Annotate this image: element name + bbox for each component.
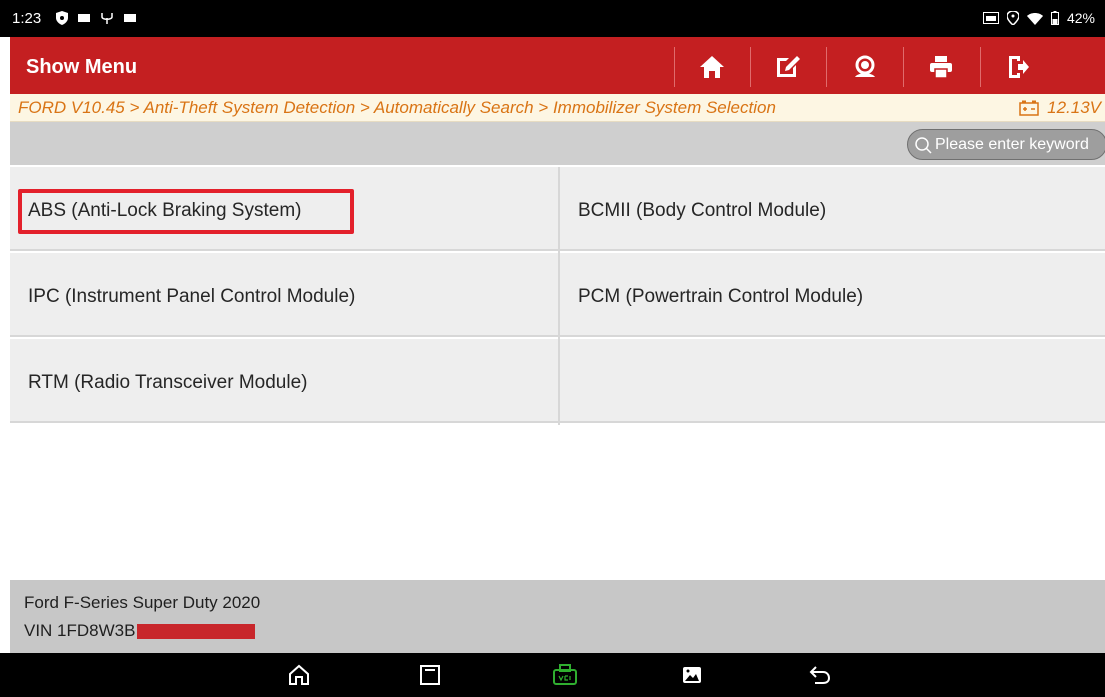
wifi-icon xyxy=(1026,12,1043,25)
video-icon-2 xyxy=(124,14,136,22)
toolbar-divider xyxy=(903,47,904,87)
system-nav-bar xyxy=(0,653,1105,697)
status-system-icons: 42% xyxy=(982,10,1095,26)
toolbar-divider xyxy=(674,47,675,87)
menu-item-ipc[interactable]: IPC (Instrument Panel Control Module) xyxy=(10,253,558,337)
menu-item-bcmii[interactable]: BCMII (Body Control Module) xyxy=(560,167,1105,251)
status-notification-icons xyxy=(56,11,136,25)
vehicle-info-bar: Ford F-Series Super Duty 2020 VIN 1FD8W3… xyxy=(10,580,1105,653)
voltage-value: 12.13V xyxy=(1047,98,1101,117)
cast-icon xyxy=(982,12,999,24)
exit-icon xyxy=(1009,56,1029,78)
vehicle-vin: VIN 1FD8W3B xyxy=(24,621,256,641)
nav-back-button[interactable] xyxy=(806,662,834,688)
remote-support-button[interactable] xyxy=(839,44,891,90)
home-outline-icon xyxy=(289,664,309,685)
title-bar: Show Menu xyxy=(10,37,1105,94)
nav-recents-button[interactable] xyxy=(416,662,444,688)
status-time: 1:23 xyxy=(12,10,42,27)
breadcrumb-path: FORD V10.45 > Anti-Theft System Detectio… xyxy=(18,98,776,117)
back-icon xyxy=(809,666,831,684)
page-title: Show Menu xyxy=(26,56,138,78)
toolbar-divider xyxy=(826,47,827,87)
search-icon xyxy=(915,136,932,154)
menu-item-pcm[interactable]: PCM (Powertrain Control Module) xyxy=(560,253,1105,337)
column-divider xyxy=(558,167,560,425)
video-icon xyxy=(78,14,90,22)
status-bar: 1:23 42% xyxy=(0,0,1105,37)
car-battery-icon xyxy=(1019,100,1039,116)
vin-prefix: VIN 1FD8W3B xyxy=(24,621,136,640)
battery-voltage: 12.13V xyxy=(1019,98,1101,118)
menu-item-label: IPC (Instrument Panel Control Module) xyxy=(28,286,356,307)
edit-report-icon xyxy=(777,56,800,77)
vehicle-model: Ford F-Series Super Duty 2020 xyxy=(24,593,261,612)
gallery-icon xyxy=(683,667,701,683)
exit-button[interactable] xyxy=(993,44,1045,90)
menu-item-rtm[interactable]: RTM (Radio Transceiver Module) xyxy=(10,339,558,423)
selection-highlight xyxy=(18,189,354,234)
toolbar-divider xyxy=(750,47,751,87)
print-icon xyxy=(930,56,952,79)
nav-home-button[interactable] xyxy=(285,662,313,688)
recents-icon xyxy=(420,665,440,685)
breadcrumb: FORD V10.45 > Anti-Theft System Detectio… xyxy=(10,94,1105,122)
print-button[interactable] xyxy=(915,44,967,90)
battery-level: 42% xyxy=(1066,10,1095,26)
battery-icon xyxy=(1050,11,1059,25)
menu-item-abs[interactable]: ABS (Anti-Lock Braking System) xyxy=(10,167,558,251)
toolbar-divider xyxy=(980,47,981,87)
home-button[interactable] xyxy=(686,44,738,90)
menu-item-label: PCM (Powertrain Control Module) xyxy=(578,286,864,307)
usb-icon xyxy=(101,13,113,24)
vci-icon xyxy=(553,664,577,685)
search-bar xyxy=(10,122,1105,165)
edit-report-button[interactable] xyxy=(762,44,814,90)
menu-item-label: RTM (Radio Transceiver Module) xyxy=(28,372,308,393)
nav-gallery-button[interactable] xyxy=(678,662,706,688)
menu-item-empty xyxy=(560,339,1105,423)
remote-support-icon xyxy=(855,55,875,77)
menu-item-label: BCMII (Body Control Module) xyxy=(578,200,827,221)
vin-redaction xyxy=(137,623,256,639)
search-input[interactable] xyxy=(935,135,1105,154)
shield-icon xyxy=(56,11,68,25)
location-icon xyxy=(1006,11,1019,25)
home-icon xyxy=(700,56,724,78)
search-box[interactable] xyxy=(907,129,1105,160)
vci-button[interactable] xyxy=(551,662,579,688)
